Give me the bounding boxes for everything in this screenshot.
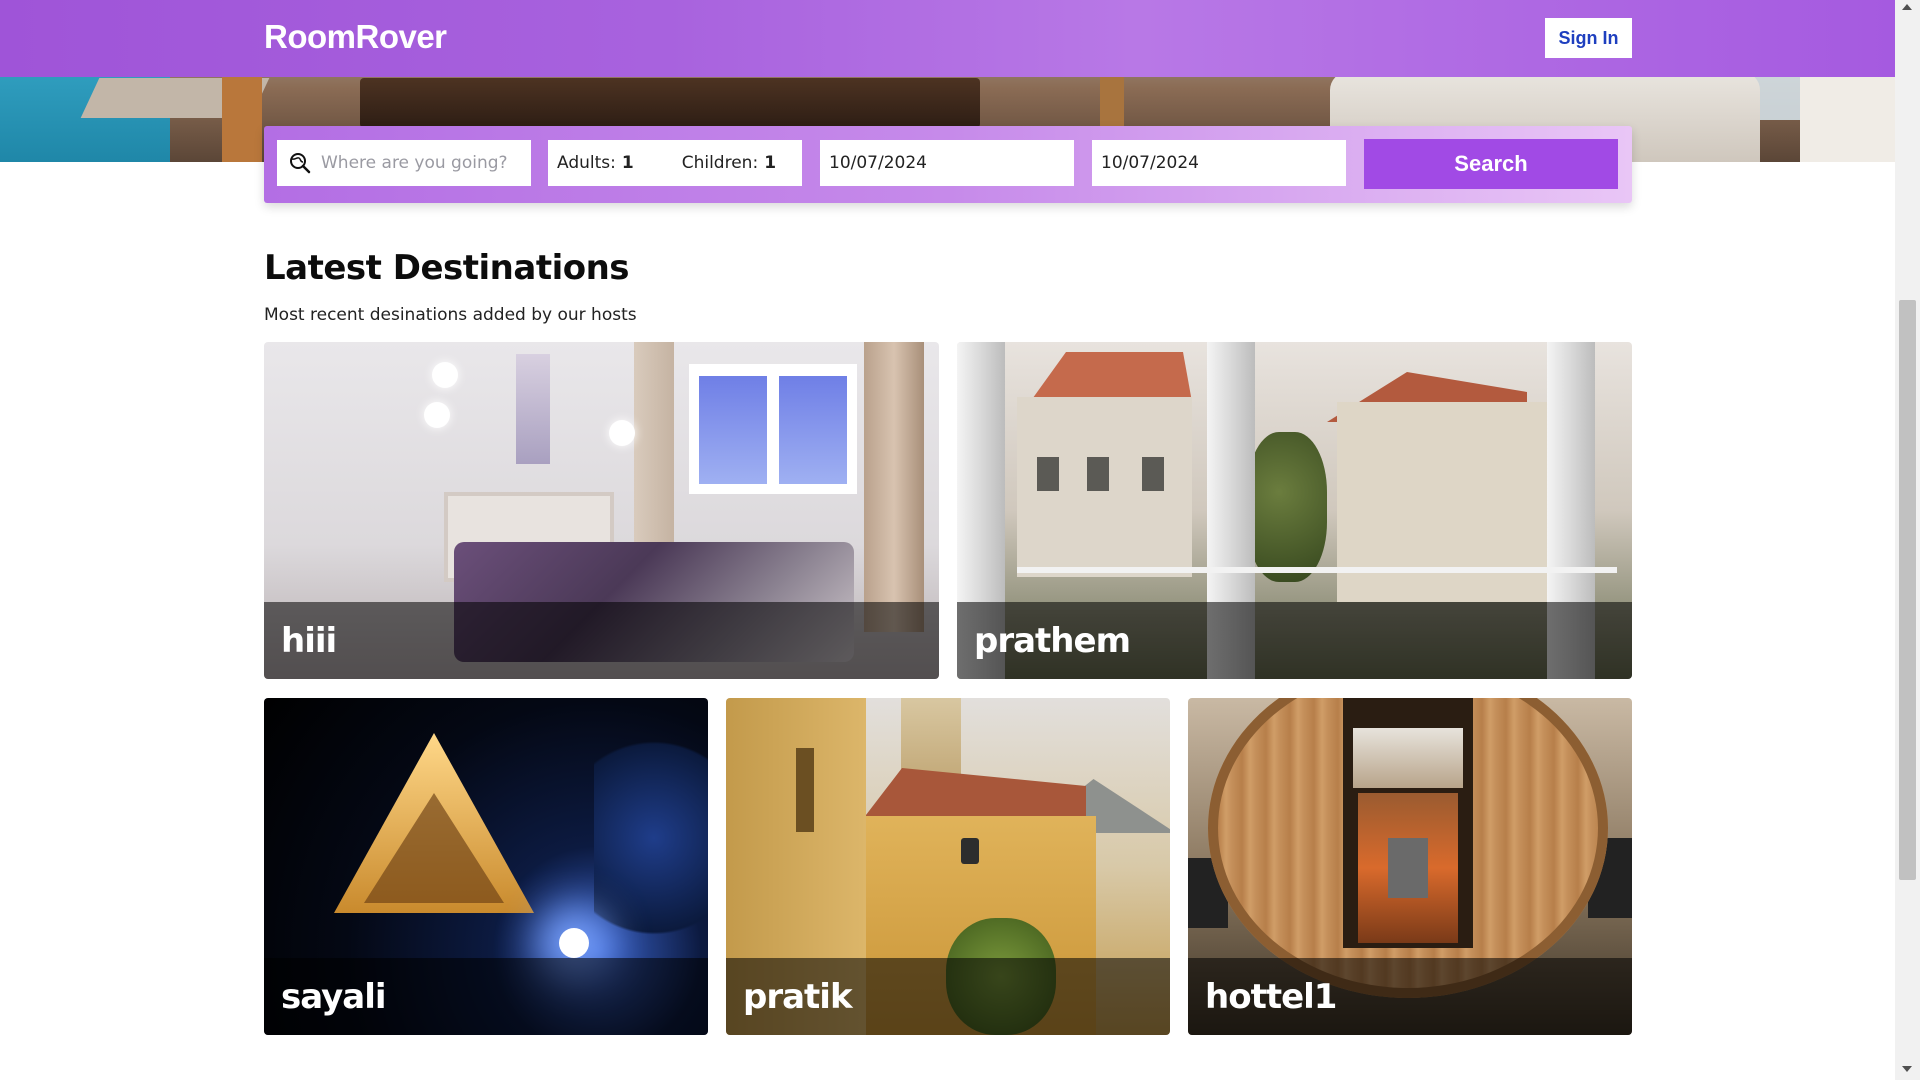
header-bar: RoomRover Sign In [0, 0, 1895, 77]
section-subtitle: Most recent desinations added by our hos… [264, 305, 637, 325]
globe-search-icon [289, 152, 311, 174]
adults-label: Adults: [557, 153, 616, 173]
vertical-scrollbar[interactable] [1895, 0, 1920, 1080]
destination-field[interactable] [277, 140, 531, 186]
scrollbar-thumb[interactable] [1899, 300, 1916, 880]
logo[interactable]: RoomRover [264, 18, 447, 56]
scroll-up-icon[interactable] [1902, 4, 1912, 10]
destination-card[interactable]: hottel1 [1188, 698, 1632, 1035]
destination-name: hiii [264, 602, 939, 679]
adults-group[interactable]: Adults: 1 [557, 153, 634, 173]
page: RoomRover Sign In Adults: 1 Children: 1 [0, 0, 1920, 1080]
scroll-down-icon[interactable] [1902, 1066, 1912, 1072]
section-title: Latest Destinations [264, 248, 630, 288]
destination-name: sayali [264, 958, 708, 1035]
children-label: Children: [681, 153, 759, 173]
children-value[interactable]: 1 [764, 153, 776, 173]
children-group[interactable]: Children: 1 [682, 153, 776, 173]
check-in-date-field[interactable]: 10/07/2024 [820, 140, 1074, 186]
check-out-date-field[interactable]: 10/07/2024 [1092, 140, 1346, 186]
search-bar: Adults: 1 Children: 1 10/07/2024 10/07/2… [264, 126, 1632, 203]
destination-card[interactable]: pratik [726, 698, 1170, 1035]
sign-in-button[interactable]: Sign In [1545, 18, 1632, 58]
check-in-date-value[interactable]: 10/07/2024 [829, 153, 927, 173]
destination-card[interactable]: prathem [957, 342, 1632, 679]
check-out-date-value[interactable]: 10/07/2024 [1101, 153, 1199, 173]
adults-value[interactable]: 1 [622, 153, 634, 173]
destination-input[interactable] [321, 153, 521, 173]
search-button[interactable]: Search [1364, 139, 1618, 189]
destination-card[interactable]: sayali [264, 698, 708, 1035]
destination-name: hottel1 [1188, 958, 1632, 1035]
destination-name: prathem [957, 602, 1632, 679]
destination-card[interactable]: hiii [264, 342, 939, 679]
guests-field[interactable]: Adults: 1 Children: 1 [548, 140, 802, 186]
destination-name: pratik [726, 958, 1170, 1035]
